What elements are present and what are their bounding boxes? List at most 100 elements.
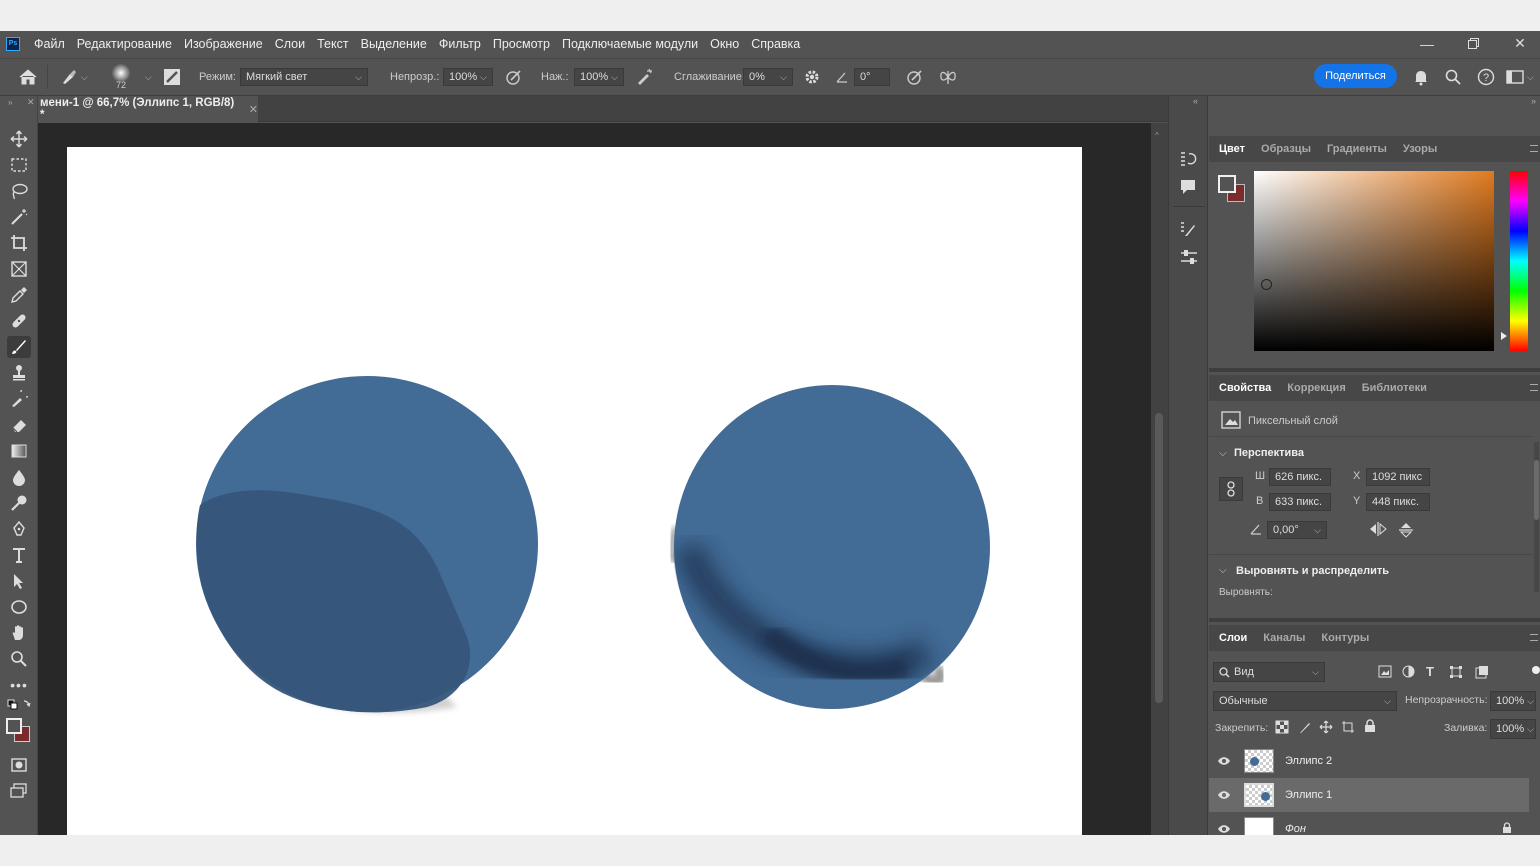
tab-adjustments[interactable]: Коррекция [1287, 382, 1345, 394]
default-colors-icon[interactable] [7, 698, 31, 714]
panel-menu-icon[interactable] [1530, 634, 1538, 641]
tab-patterns[interactable]: Узоры [1403, 143, 1437, 155]
brushes-panel-icon[interactable] [1179, 220, 1197, 241]
bell-icon[interactable] [1412, 68, 1430, 86]
fg-bg-color-swatch[interactable] [1217, 174, 1247, 204]
menu-image[interactable]: Изображение [184, 37, 263, 51]
flow-input[interactable]: 100% ⌵ [574, 68, 624, 86]
menu-window[interactable]: Окно [710, 37, 739, 51]
mode-select[interactable]: Мягкий свет ⌵ [240, 68, 368, 86]
frame-tool-icon[interactable] [7, 258, 31, 280]
tab-layers[interactable]: Слои [1219, 632, 1247, 644]
hand-tool-icon[interactable] [7, 622, 31, 644]
pressure-opacity-icon[interactable] [505, 68, 523, 86]
angle-input[interactable]: 0,00° ⌵ [1267, 521, 1327, 539]
chevron-down-icon[interactable]: ⌵ [145, 72, 152, 83]
healing-brush-tool-icon[interactable] [7, 310, 31, 332]
pen-tool-icon[interactable] [7, 518, 31, 540]
menu-help[interactable]: Справка [751, 37, 800, 51]
vertical-scrollbar[interactable]: ^ [1151, 123, 1168, 835]
history-panel-icon[interactable] [1179, 150, 1197, 171]
symmetry-butterfly-icon[interactable] [938, 68, 958, 86]
tab-swatches[interactable]: Образцы [1261, 143, 1311, 155]
menu-plugins[interactable]: Подключаемые модули [562, 37, 698, 51]
fill-input[interactable]: 100% ⌵ [1490, 719, 1536, 739]
screen-mode-icon[interactable] [7, 780, 31, 802]
tab-paths[interactable]: Контуры [1321, 632, 1369, 644]
color-picker-cursor[interactable] [1261, 279, 1272, 290]
zoom-tool-icon[interactable] [7, 648, 31, 670]
menu-file[interactable]: Файл [34, 37, 65, 51]
layer-row-background[interactable]: Фон [1209, 812, 1529, 835]
tab-channels[interactable]: Каналы [1263, 632, 1305, 644]
smoothing-input[interactable]: 0% ⌵ [743, 68, 793, 86]
lock-all-icon[interactable] [1364, 719, 1376, 736]
filter-shape-icon[interactable] [1449, 665, 1463, 682]
lasso-tool-icon[interactable] [7, 180, 31, 202]
close-window-icon[interactable]: ✕ [1497, 31, 1540, 56]
scroll-up-icon[interactable]: ^ [1155, 131, 1159, 140]
gradient-tool-icon[interactable] [7, 440, 31, 462]
crop-tool-icon[interactable] [7, 232, 31, 254]
chevron-down-icon[interactable]: ⌵ [1219, 565, 1227, 576]
move-tool-icon[interactable] [7, 128, 31, 150]
brush-preset-icon[interactable]: ⌵ [60, 68, 88, 86]
scroll-thumb[interactable] [1155, 413, 1163, 703]
hue-slider[interactable] [1510, 171, 1528, 351]
menu-edit[interactable]: Редактирование [77, 37, 172, 51]
restore-icon[interactable] [1450, 31, 1496, 56]
opacity-input[interactable]: 100% ⌵ [443, 68, 493, 86]
stamp-tool-icon[interactable] [7, 362, 31, 384]
tab-properties[interactable]: Свойства [1219, 382, 1271, 394]
filter-adjustment-icon[interactable] [1402, 665, 1415, 681]
lock-artboard-icon[interactable] [1341, 720, 1355, 737]
blur-tool-icon[interactable] [7, 466, 31, 488]
tab-libraries[interactable]: Библиотеки [1362, 382, 1427, 394]
eyedropper-tool-icon[interactable] [7, 284, 31, 306]
collapse-strip-icon[interactable]: « [1193, 96, 1198, 106]
height-input[interactable]: 633 пикс. [1269, 493, 1331, 511]
flip-vertical-icon[interactable] [1399, 522, 1413, 541]
comments-panel-icon[interactable] [1179, 178, 1197, 199]
collapse-toolbar-icon[interactable]: » [8, 98, 12, 107]
help-icon[interactable]: ? [1477, 68, 1495, 86]
lock-transparency-icon[interactable] [1275, 720, 1289, 737]
path-selection-tool-icon[interactable] [7, 570, 31, 592]
menu-filter[interactable]: Фильтр [439, 37, 481, 51]
minimize-icon[interactable]: — [1404, 31, 1450, 56]
filter-toggle-icon[interactable] [1532, 666, 1540, 674]
brush-settings-icon[interactable] [163, 68, 181, 86]
marquee-tool-icon[interactable] [7, 154, 31, 176]
panel-menu-icon[interactable] [1530, 384, 1538, 391]
panel-menu-icon[interactable] [1530, 145, 1538, 152]
ellipse-tool-icon[interactable] [7, 596, 31, 618]
layer-row-ellipse-2[interactable]: Эллипс 2 [1209, 744, 1529, 778]
type-tool-icon[interactable] [7, 544, 31, 566]
brush-tool-icon[interactable] [7, 336, 31, 358]
share-button[interactable]: Поделиться [1314, 64, 1397, 88]
close-toolbar-icon[interactable]: ✕ [27, 97, 35, 108]
layer-filter-select[interactable]: Вид ⌵ [1213, 662, 1325, 682]
filter-pixel-icon[interactable] [1378, 665, 1392, 681]
layer-name[interactable]: Эллипс 1 [1285, 789, 1332, 801]
visibility-eye-icon[interactable] [1217, 824, 1231, 834]
lock-pixels-icon[interactable] [1298, 720, 1312, 737]
foreground-background-swatch[interactable] [4, 716, 32, 744]
magic-wand-tool-icon[interactable] [7, 206, 31, 228]
canvas-area[interactable] [38, 123, 1151, 835]
workspace-icon[interactable]: ⌵ [1506, 69, 1534, 85]
width-input[interactable]: 626 пикс. [1269, 468, 1331, 486]
eraser-tool-icon[interactable] [7, 414, 31, 436]
airbrush-icon[interactable] [635, 68, 655, 86]
menu-layers[interactable]: Слои [275, 37, 305, 51]
flip-horizontal-icon[interactable] [1369, 522, 1387, 539]
gear-icon[interactable] [804, 69, 820, 85]
filter-type-icon[interactable]: T [1426, 664, 1434, 679]
menu-select[interactable]: Выделение [361, 37, 427, 51]
brush-angle-input[interactable]: 0° [854, 68, 890, 86]
layer-opacity-input[interactable]: 100% ⌵ [1490, 691, 1536, 711]
pressure-size-icon[interactable] [905, 68, 925, 86]
history-brush-tool-icon[interactable] [7, 388, 31, 410]
quick-mask-icon[interactable] [7, 754, 31, 776]
visibility-eye-icon[interactable] [1217, 756, 1231, 766]
